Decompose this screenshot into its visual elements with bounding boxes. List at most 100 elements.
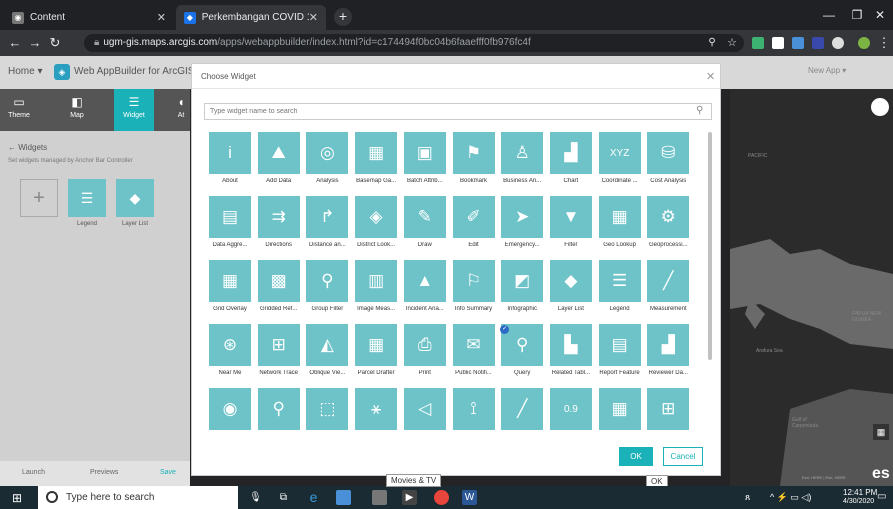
widget-tile[interactable]: ▦ xyxy=(596,388,644,444)
widget-tile[interactable]: ╱ xyxy=(498,388,546,444)
widget-tile[interactable]: ▟ Reviewer Da... xyxy=(644,324,692,387)
minimize-button[interactable]: — xyxy=(815,6,843,24)
widget-tile[interactable]: ⛁ Cost Analysis xyxy=(644,132,692,195)
widget-icon[interactable]: ✉ xyxy=(452,324,495,366)
widget-icon[interactable]: ☰ xyxy=(598,260,641,302)
extension-icon[interactable] xyxy=(772,37,784,49)
reload-icon[interactable]: ↻ xyxy=(46,34,64,52)
save-button[interactable]: Save xyxy=(160,469,176,476)
url-field[interactable]: 🔒︎ ugm-gis.maps.arcgis.com /apps/webappb… xyxy=(84,34,744,52)
widget-icon[interactable]: ▤ xyxy=(598,324,641,366)
home-menu[interactable]: Home ▾ xyxy=(8,66,42,77)
widget-icon[interactable]: ▤ xyxy=(209,196,251,238)
widget-tile[interactable]: ▲ Incident Ana... xyxy=(401,260,449,323)
widget-tile[interactable]: ⚹ xyxy=(352,388,400,444)
widget-tile[interactable]: ▣ Batch Attrib... xyxy=(401,132,449,195)
widget-tile[interactable]: ◁ xyxy=(401,388,449,444)
store-icon[interactable] xyxy=(372,490,387,505)
widget-icon[interactable]: ▦ xyxy=(355,132,398,174)
widget-icon[interactable]: ⚲ xyxy=(257,388,300,430)
nav-attribute[interactable]: ◖ At xyxy=(172,89,190,131)
widget-icon[interactable]: ◁ xyxy=(403,388,446,430)
widget-tile[interactable]: ↱ Distance an... xyxy=(303,196,351,259)
widget-icon[interactable]: ➤ xyxy=(501,196,544,238)
widget-icon[interactable]: ╱ xyxy=(501,388,544,430)
widget-tile[interactable]: ◩ Infographic xyxy=(498,260,546,323)
people-icon[interactable]: ጸ xyxy=(745,492,750,503)
zoom-icon[interactable]: ⚲ xyxy=(703,34,721,52)
widget-icon[interactable]: ▲ xyxy=(403,260,446,302)
widget-tile[interactable]: ⇉ Directions xyxy=(255,196,303,259)
extension-icon[interactable] xyxy=(812,37,824,49)
widget-icon[interactable]: ⚹ xyxy=(355,388,398,430)
extension-icon[interactable] xyxy=(752,37,764,49)
add-widget-button[interactable]: + xyxy=(20,179,58,217)
widget-icon[interactable]: ✐ xyxy=(452,196,495,238)
widget-icon[interactable]: ◭ xyxy=(306,324,349,366)
widget-tile[interactable]: ▥ Image Meas... xyxy=(352,260,400,323)
legend-widget-icon[interactable]: ☰ xyxy=(68,179,106,217)
close-window-button[interactable]: ✕ xyxy=(866,6,893,24)
tab-content[interactable]: ◉ Content ✕ xyxy=(4,5,174,30)
widget-tile[interactable]: ⚲ Group Filter xyxy=(303,260,351,323)
widget-tile[interactable]: ▤ Report Feature xyxy=(596,324,644,387)
widget-icon[interactable]: ◩ xyxy=(501,260,544,302)
widget-search-input[interactable] xyxy=(204,103,712,120)
widget-icon[interactable]: ◎ xyxy=(306,132,349,174)
widget-icon[interactable]: ▣ xyxy=(403,132,446,174)
widget-icon[interactable]: i xyxy=(209,132,251,174)
widget-icon[interactable]: ⚐ xyxy=(452,260,495,302)
widget-icon[interactable]: 0.9 xyxy=(549,388,592,430)
widget-tile[interactable]: ▦ Geo Lookup xyxy=(596,196,644,259)
widget-icon[interactable]: ⎙ xyxy=(403,324,446,366)
widget-tile[interactable]: ◆ Layer List xyxy=(547,260,595,323)
widget-tile[interactable]: ▦ Grid Overlay xyxy=(206,260,254,323)
nav-theme[interactable]: ▭ Theme xyxy=(0,89,38,131)
ok-button[interactable]: OK xyxy=(619,447,653,466)
widget-tile[interactable]: ⚲ ✓ Query xyxy=(498,324,546,387)
star-icon[interactable]: ☆ xyxy=(723,34,741,52)
widget-tile[interactable]: ✉ Public Notifi... xyxy=(450,324,498,387)
close-tab-icon[interactable]: ✕ xyxy=(309,11,318,24)
widget-tile[interactable]: ⎙ Print xyxy=(401,324,449,387)
widget-icon[interactable]: ◈ xyxy=(355,196,398,238)
widget-icon[interactable]: ⚙ xyxy=(647,196,690,238)
nav-map[interactable]: ◧ Map xyxy=(58,89,96,131)
launch-button[interactable]: Launch xyxy=(22,469,45,476)
widget-tile[interactable]: ⬚ xyxy=(303,388,351,444)
windows-start-icon[interactable]: ⊞ xyxy=(12,491,22,505)
previews-button[interactable]: Previews xyxy=(90,469,118,476)
widget-icon[interactable]: ⟟ xyxy=(452,388,495,430)
widget-tile[interactable]: ⚙ Geoprocessi... xyxy=(644,196,692,259)
widget-icon[interactable]: ⊛ xyxy=(209,324,251,366)
cancel-button[interactable]: Cancel xyxy=(663,447,703,466)
file-explorer-icon[interactable] xyxy=(336,490,351,505)
widget-icon[interactable]: ⊞ xyxy=(257,324,300,366)
widget-tile[interactable]: ◎ Analysis xyxy=(303,132,351,195)
widget-icon[interactable]: ↱ xyxy=(306,196,349,238)
widget-tile[interactable]: XYZ Coordinate ... xyxy=(596,132,644,195)
menu-icon[interactable]: ⋮ xyxy=(875,34,893,52)
clock-date[interactable]: 4/30/2020 xyxy=(843,498,874,505)
widget-icon[interactable]: ⊞ xyxy=(647,388,690,430)
widget-tile[interactable]: 0.9 xyxy=(547,388,595,444)
widget-tile[interactable]: ✐ Edit xyxy=(450,196,498,259)
widget-icon[interactable]: ◉ xyxy=(209,388,251,430)
widget-icon[interactable]: ▦ xyxy=(355,324,398,366)
extension-icon[interactable] xyxy=(832,37,844,49)
widget-tile[interactable]: ⚑ Bookmark xyxy=(450,132,498,195)
back-icon[interactable]: ← xyxy=(6,34,24,52)
widget-icon[interactable]: ╱ xyxy=(647,260,690,302)
system-tray-icons[interactable]: ^ ⚡ ▭ ◁) xyxy=(770,492,811,503)
word-icon[interactable]: W xyxy=(462,490,477,505)
widget-tile[interactable]: ▼ Filter xyxy=(547,196,595,259)
forward-icon[interactable]: → xyxy=(26,34,44,52)
layer-list-widget-icon[interactable]: ◆ xyxy=(116,179,154,217)
clock-time[interactable]: 12:41 PM xyxy=(843,488,877,498)
widgets-heading[interactable]: ← Widgets xyxy=(8,143,47,152)
widget-tile[interactable]: ◉ xyxy=(206,388,254,444)
widget-tile[interactable]: ╱ Measurement xyxy=(644,260,692,323)
notification-icon[interactable]: ▭ xyxy=(877,491,886,502)
widget-tile[interactable]: ▦ Basemap Ga... xyxy=(352,132,400,195)
widget-tile[interactable]: ▙ Related Tabl... xyxy=(547,324,595,387)
